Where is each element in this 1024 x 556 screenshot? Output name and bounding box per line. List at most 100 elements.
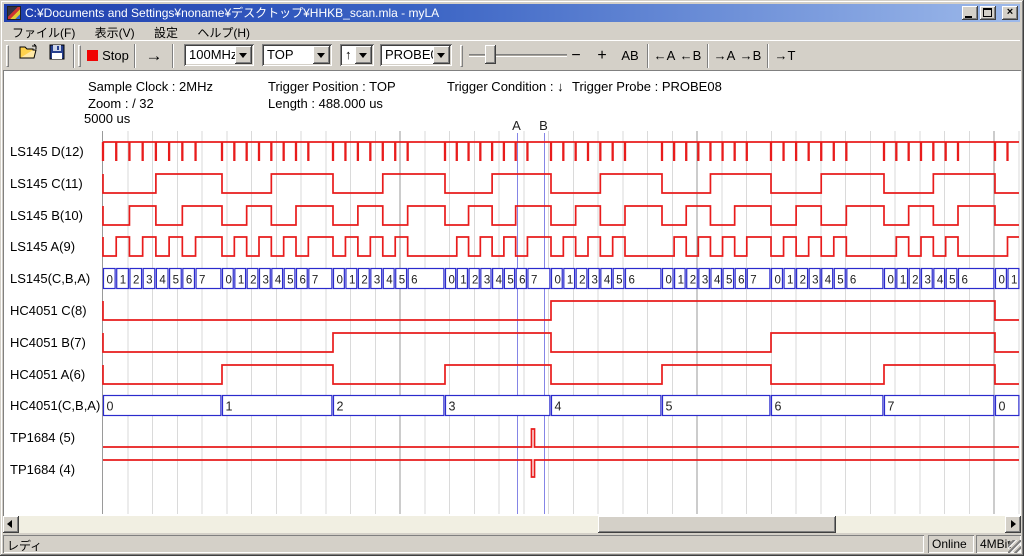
svg-text:3: 3 [592, 275, 598, 287]
maximize-icon [983, 8, 992, 17]
svg-text:5: 5 [616, 275, 622, 287]
slider-handle[interactable] [485, 45, 496, 64]
svg-text:5: 5 [949, 275, 955, 287]
dropdown-arrow-icon[interactable] [433, 46, 450, 64]
svg-text:4: 4 [825, 275, 832, 287]
waveform-channel [103, 142, 1019, 161]
svg-text:6: 6 [775, 400, 782, 414]
svg-text:4: 4 [386, 275, 393, 287]
svg-text:2: 2 [690, 275, 696, 287]
waveform-channel [103, 429, 1019, 447]
svg-text:1: 1 [1011, 275, 1017, 287]
svg-text:4: 4 [555, 400, 562, 414]
menu-item-view[interactable]: 表示(V) [87, 23, 143, 39]
toolbar-grip[interactable] [78, 45, 81, 67]
dropdown-arrow-icon[interactable] [235, 46, 252, 64]
svg-text:4: 4 [714, 275, 721, 287]
svg-text:4: 4 [496, 275, 503, 287]
trigger-edge-combo[interactable]: ↑ [340, 44, 374, 66]
svg-text:2: 2 [361, 275, 367, 287]
svg-text:1: 1 [678, 275, 684, 287]
slider-track[interactable] [469, 54, 567, 57]
svg-text:4: 4 [937, 275, 944, 287]
right-b-button[interactable]: →B [738, 43, 763, 68]
statusbar: レディ Online 4MBit [3, 535, 1021, 554]
svg-text:0: 0 [999, 400, 1006, 414]
cursor-layer: AB [512, 118, 548, 514]
left-a-button[interactable]: ←A [652, 43, 677, 68]
toolbar-separator [767, 44, 769, 68]
run-button[interactable]: → [139, 43, 169, 68]
resize-grip[interactable] [1008, 540, 1021, 553]
svg-text:2: 2 [250, 275, 256, 287]
toolbar-grip[interactable] [460, 45, 463, 67]
sample-clock-combo[interactable]: 100MHz [184, 44, 254, 66]
trigger-probe-combo[interactable]: PROBE00 [380, 44, 452, 66]
zoom-in-button[interactable]: + [590, 43, 614, 68]
svg-text:5: 5 [726, 275, 732, 287]
toolbar-separator [172, 44, 174, 68]
save-floppy-icon [49, 44, 65, 60]
cursor-label: B [539, 118, 548, 133]
svg-text:3: 3 [263, 275, 269, 287]
left-b-button[interactable]: ←B [678, 43, 703, 68]
minimize-button[interactable] [962, 6, 978, 20]
waveform-channel [103, 174, 1019, 193]
stop-button[interactable]: Stop [84, 43, 132, 68]
scroll-left-icon [7, 520, 12, 528]
scroll-right-icon [1011, 520, 1016, 528]
svg-text:2: 2 [133, 275, 139, 287]
svg-text:7: 7 [888, 400, 895, 414]
svg-text:6: 6 [186, 275, 192, 287]
save-button[interactable] [43, 43, 70, 68]
status-ready-text: レディ [3, 535, 924, 553]
svg-text:0: 0 [449, 275, 455, 287]
stop-icon [87, 50, 98, 61]
scroll-right-button[interactable] [1005, 516, 1021, 533]
zoom-out-button[interactable]: − [564, 43, 588, 68]
svg-text:7: 7 [312, 275, 318, 287]
window-title: C:¥Documents and Settings¥noname¥デスクトップ¥… [25, 4, 960, 22]
svg-text:0: 0 [107, 275, 113, 287]
maximize-button[interactable] [980, 6, 996, 20]
svg-text:6: 6 [962, 275, 968, 287]
right-a-button[interactable]: →A [712, 43, 737, 68]
trigger-position-value: TOP [267, 47, 294, 62]
scroll-left-button[interactable] [3, 516, 19, 533]
ab-button[interactable]: AB [616, 43, 644, 68]
titlebar[interactable]: C:¥Documents and Settings¥noname¥デスクトップ¥… [4, 4, 1020, 22]
svg-text:3: 3 [146, 275, 152, 287]
svg-text:2: 2 [800, 275, 806, 287]
svg-text:6: 6 [300, 275, 306, 287]
svg-text:0: 0 [888, 275, 894, 287]
scrollbar-thumb[interactable] [598, 516, 836, 533]
zoom-slider[interactable] [469, 44, 567, 66]
menu-item-settings[interactable]: 設定 [146, 23, 186, 39]
dropdown-arrow-icon[interactable] [313, 46, 330, 64]
trigger-position-combo[interactable]: TOP [262, 44, 332, 66]
toolbar-grip[interactable] [6, 45, 9, 67]
open-button[interactable] [15, 43, 42, 68]
svg-text:0: 0 [775, 275, 781, 287]
svg-text:0: 0 [999, 275, 1005, 287]
svg-text:0: 0 [666, 275, 672, 287]
svg-text:0: 0 [107, 400, 114, 414]
menu-item-file[interactable]: ファイル(F) [4, 23, 83, 39]
sample-clock-value: 100MHz [189, 47, 237, 62]
dropdown-arrow-icon[interactable] [355, 46, 372, 64]
svg-text:7: 7 [750, 275, 756, 287]
status-online: Online [928, 535, 974, 553]
svg-text:5: 5 [666, 400, 673, 414]
menu-item-help[interactable]: ヘルプ(H) [189, 23, 258, 39]
toolbar-separator [73, 44, 75, 68]
svg-text:0: 0 [226, 275, 232, 287]
svg-text:6: 6 [629, 275, 635, 287]
horizontal-scrollbar[interactable] [3, 516, 1021, 533]
grid-layer [103, 131, 1019, 514]
svg-text:6: 6 [850, 275, 856, 287]
close-icon: × [1007, 6, 1013, 18]
waveform-channel [103, 237, 1019, 256]
close-button[interactable]: × [1002, 6, 1018, 20]
waveform-plot[interactable]: AB01234567012345670123456012345670123456… [3, 70, 1021, 516]
goto-trigger-button[interactable]: →T [772, 43, 798, 68]
